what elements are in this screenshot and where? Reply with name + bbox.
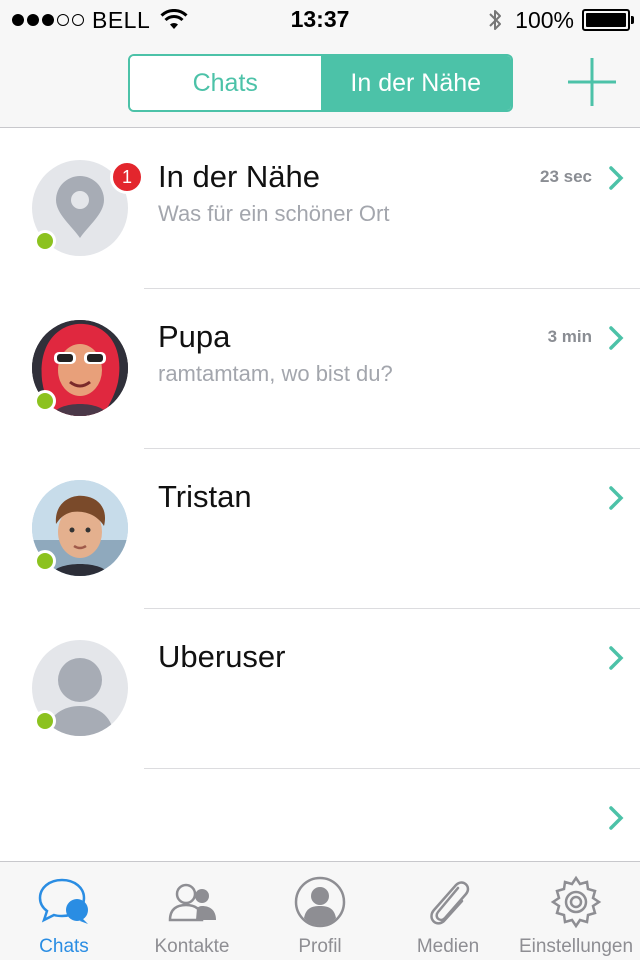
segment-chats[interactable]: Chats: [130, 56, 321, 110]
online-indicator: [34, 230, 56, 252]
chat-bubbles-icon: [38, 878, 88, 924]
avatar: [32, 640, 128, 736]
avatar: [32, 480, 128, 576]
tab-label: Medien: [416, 936, 480, 957]
battery-percentage: 100%: [515, 6, 574, 33]
chevron-right-icon: [609, 806, 624, 830]
tab-profile[interactable]: Profil: [256, 862, 384, 960]
chat-row[interactable]: Pupa ramtamtam, wo bist du? 3 min: [0, 289, 640, 449]
paperclip-icon: [430, 881, 470, 925]
chevron-right-icon: [609, 646, 624, 670]
tab-media[interactable]: Medien: [384, 862, 512, 960]
chat-name: Tristan: [158, 479, 252, 514]
tab-settings[interactable]: Einstellungen: [512, 862, 640, 960]
tab-chats[interactable]: Chats: [0, 862, 128, 960]
online-indicator: [34, 710, 56, 732]
chat-time: 3 min: [547, 327, 592, 346]
nav-bar: Chats In der Nähe: [0, 40, 640, 128]
segmented-control: Chats In der Nähe: [128, 54, 513, 112]
segment-nearby[interactable]: In der Nähe: [320, 56, 511, 110]
chat-name: In der Nähe: [158, 159, 320, 194]
chat-last-message: Was für ein schöner Ort: [158, 201, 390, 226]
tab-label: Einstellungen: [518, 936, 634, 957]
chat-row[interactable]: 1 In der Nähe Was für ein schöner Ort 23…: [0, 129, 640, 289]
unread-badge: 1: [110, 160, 144, 194]
chat-name: Uberuser: [158, 639, 286, 674]
battery-fill: [586, 13, 626, 27]
online-indicator: [34, 550, 56, 572]
chevron-right-icon: [609, 486, 624, 510]
battery-icon: [582, 9, 634, 31]
tab-contacts[interactable]: Kontakte: [128, 862, 256, 960]
chat-row[interactable]: Tristan: [0, 449, 640, 609]
online-indicator: [34, 390, 56, 412]
gear-icon: [550, 875, 602, 929]
tab-label: Chats: [39, 936, 89, 957]
avatar: 1: [32, 160, 144, 256]
chevron-right-icon: [609, 326, 624, 350]
chat-name: Pupa: [158, 319, 231, 354]
avatar: [32, 320, 128, 416]
plus-icon[interactable]: [566, 56, 618, 108]
bluetooth-icon: [489, 10, 502, 30]
chat-list: 1 In der Nähe Was für ein schöner Ort 23…: [0, 129, 640, 929]
tab-label: Profil: [298, 936, 342, 957]
status-right: 100%: [487, 6, 634, 33]
contacts-icon: [168, 883, 216, 922]
profile-icon: [294, 876, 346, 928]
chat-time: 23 sec: [540, 167, 592, 186]
tab-label: Kontakte: [154, 936, 230, 957]
chat-last-message: ramtamtam, wo bist du?: [158, 361, 393, 386]
tab-bar: Chats Kontakte Profil Medien Einstellung…: [0, 861, 640, 960]
chevron-right-icon: [609, 166, 624, 190]
chat-row[interactable]: Uberuser: [0, 609, 640, 769]
status-bar: BELL 13:37 100%: [0, 0, 640, 40]
